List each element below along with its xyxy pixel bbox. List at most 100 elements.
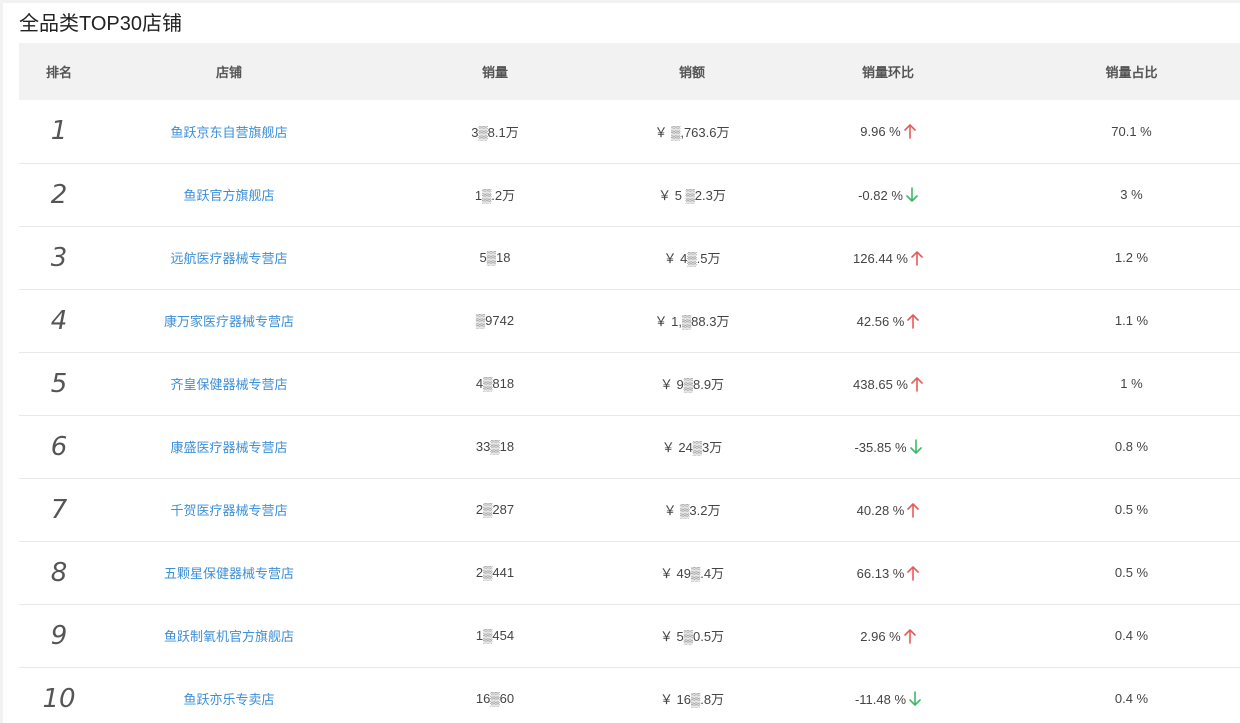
table-row: 3 远航医疗器械专营店 5▒18 ￥ 4▒.5万 126.44 % 1.2 % <box>19 226 1240 289</box>
sales-share: 0.5 % <box>1114 502 1149 517</box>
sales-share: 0.4 % <box>1114 691 1149 706</box>
rank-number: 6 <box>50 431 68 462</box>
sales-share: 0.5 % <box>1114 565 1149 580</box>
panel-title: 全品类TOP30店铺 <box>19 13 182 35</box>
rank-number: 1 <box>50 116 68 147</box>
sales-mom-cell: -35.85 % <box>753 415 1023 478</box>
sales-mom-cell: 9.96 % <box>753 100 1023 163</box>
header-rank: 排名 <box>45 65 72 80</box>
sales-qty: 1▒454 <box>475 628 515 643</box>
sales-amount: ￥ 5▒0.5万 <box>659 629 725 644</box>
arrow-down-icon <box>909 690 921 706</box>
sales-qty: ▒9742 <box>475 313 515 328</box>
sales-mom-value: 2.96 % <box>860 628 901 644</box>
sales-amount: ￥ 4▒.5万 <box>663 251 721 266</box>
sales-mom-value: 438.65 % <box>853 376 908 392</box>
header-share: 销量占比 <box>1105 65 1158 80</box>
sales-amount: ￥ ▒3.2万 <box>663 503 721 518</box>
sales-mom-cell: 126.44 % <box>753 226 1023 289</box>
shop-ranking-table: 排名 店铺 销量 销额 销量环比 销量占比 1 鱼跃京东自营旗舰店 3▒8.1万 ￥ … <box>19 43 1240 723</box>
sales-mom-value: -0.82 % <box>858 187 903 203</box>
shop-link[interactable]: 鱼跃制氧机官方旗舰店 <box>99 604 359 667</box>
arrow-up-icon <box>907 502 920 518</box>
sales-mom-value: 66.13 % <box>856 565 905 581</box>
sales-qty: 16▒60 <box>475 691 515 706</box>
rank-number: 8 <box>50 557 68 588</box>
sales-amount: ￥ 24▒3万 <box>661 440 723 455</box>
sales-qty: 3▒8.1万 <box>471 124 519 140</box>
header-shop: 店铺 <box>215 65 242 80</box>
sales-share: 0.8 % <box>1114 439 1149 454</box>
sales-mom-value: 40.28 % <box>856 502 905 518</box>
sales-mom-value: -11.48 % <box>854 691 907 707</box>
sales-share: 3 % <box>1120 187 1143 202</box>
sales-mom-cell: 66.13 % <box>753 541 1023 604</box>
arrow-up-icon <box>903 124 916 140</box>
sales-share: 1.2 % <box>1114 250 1149 265</box>
sales-mom-cell: 2.96 % <box>753 604 1023 667</box>
table-row: 10 鱼跃亦乐专卖店 16▒60 ￥ 16▒.8万 -11.48 % 0.4 % <box>19 667 1240 723</box>
rank-number: 7 <box>50 494 68 525</box>
table-row: 4 康万家医疗器械专营店 ▒9742 ￥ 1,▒88.3万 42.56 % 1.1 % <box>19 289 1240 352</box>
shop-link[interactable]: 齐皇保健器械专营店 <box>99 352 359 415</box>
shop-link[interactable]: 鱼跃亦乐专卖店 <box>99 667 359 723</box>
sales-mom-cell: 438.65 % <box>753 352 1023 415</box>
table-row: 9 鱼跃制氧机官方旗舰店 1▒454 ￥ 5▒0.5万 2.96 % 0.4 % <box>19 604 1240 667</box>
sales-mom-cell: -0.82 % <box>753 163 1023 226</box>
shop-link[interactable]: 鱼跃官方旗舰店 <box>99 163 359 226</box>
sales-share: 1 % <box>1120 376 1143 391</box>
rank-number: 10 <box>42 683 76 714</box>
table-row: 1 鱼跃京东自营旗舰店 3▒8.1万 ￥ ▒,763.6万 9.96 % 70.1 % <box>19 100 1240 163</box>
sales-amount: ￥ 16▒.8万 <box>659 692 725 707</box>
sales-qty: 1▒.2万 <box>474 188 516 203</box>
shop-link[interactable]: 鱼跃京东自营旗舰店 <box>99 100 359 163</box>
shop-link[interactable]: 康万家医疗器械专营店 <box>99 289 359 352</box>
sales-mom-cell: 40.28 % <box>753 478 1023 541</box>
sales-qty: 4▒818 <box>475 376 515 391</box>
sales-share: 70.1 % <box>1111 123 1152 139</box>
shop-link[interactable]: 五颗星保健器械专营店 <box>99 541 359 604</box>
sales-qty: 2▒441 <box>475 565 515 580</box>
top30-shops-panel: 全品类TOP30店铺 排名 店铺 销量 销额 销量环比 销量占比 1 鱼跃京东自营… <box>3 3 1240 723</box>
sales-qty: 33▒18 <box>475 439 515 454</box>
sales-qty: 5▒18 <box>479 250 511 265</box>
header-mom: 销量环比 <box>861 65 914 80</box>
sales-amount: ￥ ▒,763.6万 <box>654 124 730 140</box>
sales-mom-cell: -11.48 % <box>753 667 1023 723</box>
table-row: 5 齐皇保健器械专营店 4▒818 ￥ 9▒8.9万 438.65 % 1 % <box>19 352 1240 415</box>
header-qty: 销量 <box>481 65 508 80</box>
arrow-up-icon <box>911 250 923 266</box>
table-row: 8 五颗星保健器械专营店 2▒441 ￥ 49▒.4万 66.13 % 0.5 % <box>19 541 1240 604</box>
table-header-row: 排名 店铺 销量 销额 销量环比 销量占比 <box>19 43 1240 100</box>
sales-amount: ￥ 5 ▒2.3万 <box>658 188 726 203</box>
shop-link[interactable]: 远航医疗器械专营店 <box>99 226 359 289</box>
rank-number: 3 <box>50 242 68 273</box>
sales-share: 1.1 % <box>1114 313 1149 328</box>
sales-amount: ￥ 1,▒88.3万 <box>654 314 730 329</box>
arrow-up-icon <box>911 376 923 392</box>
sales-mom-value: -35.85 % <box>854 439 907 455</box>
sales-amount: ￥ 49▒.4万 <box>659 566 725 581</box>
rank-number: 9 <box>50 620 68 651</box>
arrow-up-icon <box>907 565 920 581</box>
sales-qty: 2▒287 <box>475 502 515 517</box>
table-row: 7 千贺医疗器械专营店 2▒287 ￥ ▒3.2万 40.28 % 0.5 % <box>19 478 1240 541</box>
arrow-up-icon <box>903 628 916 644</box>
rank-number: 4 <box>50 305 68 336</box>
arrow-down-icon <box>909 438 922 454</box>
arrow-down-icon <box>906 186 918 202</box>
table-row: 6 康盛医疗器械专营店 33▒18 ￥ 24▒3万 -35.85 % 0.8 % <box>19 415 1240 478</box>
sales-mom-cell: 42.56 % <box>753 289 1023 352</box>
sales-share: 0.4 % <box>1114 628 1149 643</box>
shop-link[interactable]: 千贺医疗器械专营店 <box>99 478 359 541</box>
sales-mom-value: 42.56 % <box>856 313 905 329</box>
rank-number: 5 <box>50 368 68 399</box>
sales-mom-value: 126.44 % <box>853 250 908 266</box>
table-row: 2 鱼跃官方旗舰店 1▒.2万 ￥ 5 ▒2.3万 -0.82 % 3 % <box>19 163 1240 226</box>
sales-mom-value: 9.96 % <box>860 124 901 140</box>
header-amount: 销额 <box>678 65 705 80</box>
sales-amount: ￥ 9▒8.9万 <box>659 377 725 392</box>
arrow-up-icon <box>907 313 920 329</box>
rank-number: 2 <box>50 179 68 210</box>
shop-link[interactable]: 康盛医疗器械专营店 <box>99 415 359 478</box>
